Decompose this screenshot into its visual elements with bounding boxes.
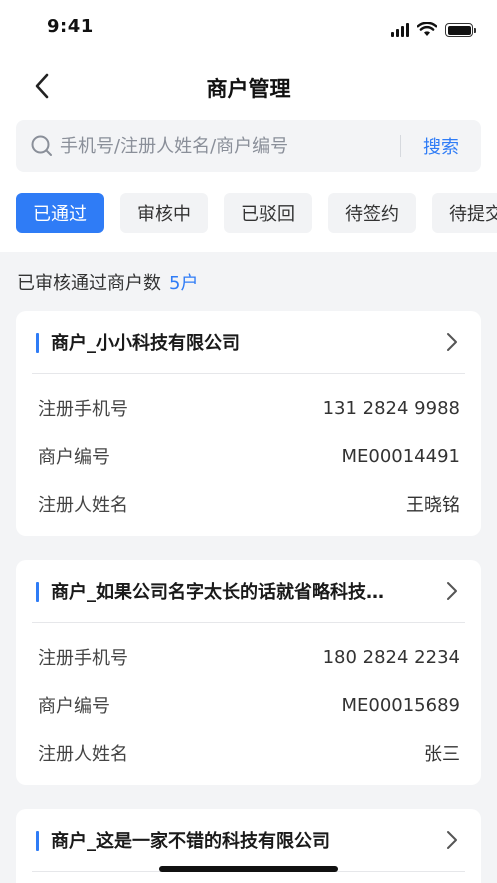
detail-row-code: 商户编号 ME00015689 [16, 681, 481, 729]
registrant-label: 注册人姓名 [38, 744, 128, 765]
merchant-card[interactable]: 商户_如果公司名字太长的话就省略科技… 注册手机号 180 2824 2234 … [16, 560, 481, 785]
merchant-card-header[interactable]: 商户_如果公司名字太长的话就省略科技… [16, 560, 481, 622]
tab-pending-sign[interactable]: 待签约 [328, 193, 416, 233]
wifi-icon [417, 22, 437, 36]
page-title: 商户管理 [206, 77, 291, 101]
search-icon [30, 134, 54, 158]
tab-reviewing[interactable]: 审核中 [120, 193, 208, 233]
approved-count-summary: 已审核通过商户数 5户 [17, 269, 198, 295]
merchant-name: 商户_这是一家不错的科技有限公司 [51, 831, 330, 852]
search-button[interactable]: 搜索 [401, 133, 481, 159]
detail-row-phone: 注册手机号 131 2824 9988 [16, 384, 481, 432]
merchant-card-header[interactable]: 商户_小小科技有限公司 [16, 311, 481, 373]
code-label: 商户编号 [38, 447, 110, 468]
phone-value: 180 2824 2234 [322, 646, 460, 668]
tab-pending-submit[interactable]: 待提交 [432, 193, 497, 233]
detail-row-phone: 注册手机号 180 2824 2234 [16, 633, 481, 681]
merchant-card[interactable]: 商户_小小科技有限公司 注册手机号 131 2824 9988 商户编号 ME0… [16, 311, 481, 536]
phone-label: 注册手机号 [38, 648, 128, 669]
detail-row-code: 商户编号 ME00014491 [16, 432, 481, 480]
merchant-name: 商户_小小科技有限公司 [51, 333, 240, 354]
registrant-label: 注册人姓名 [38, 495, 128, 516]
search-input[interactable] [54, 135, 400, 157]
phone-label: 注册手机号 [38, 399, 128, 420]
phone-value: 131 2824 9988 [322, 397, 460, 419]
chevron-right-icon [447, 333, 457, 351]
status-icons [391, 22, 476, 37]
status-bar: 9:41 [0, 0, 497, 56]
status-time: 9:41 [47, 16, 94, 37]
title-accent-bar [36, 831, 39, 851]
search-bar: 搜索 [16, 120, 481, 172]
detail-row-name: 注册人姓名 王晓铭 [16, 480, 481, 528]
detail-row-name: 注册人姓名 张三 [16, 729, 481, 777]
header-area: 9:41 商户管理 搜索 已通过 审核中 [0, 0, 497, 252]
battery-icon [445, 23, 476, 37]
summary-count: 5户 [169, 273, 199, 294]
tab-approved[interactable]: 已通过 [16, 193, 104, 233]
merchant-details: 注册手机号 131 2824 9988 商户编号 ME00014491 注册人姓… [16, 374, 481, 536]
tab-rejected[interactable]: 已驳回 [224, 193, 312, 233]
status-tabs: 已通过 审核中 已驳回 待签约 待提交 [16, 193, 497, 233]
merchant-name: 商户_如果公司名字太长的话就省略科技… [51, 582, 384, 603]
chevron-right-icon [447, 831, 457, 849]
registrant-value: 王晓铭 [406, 495, 460, 516]
registrant-value: 张三 [424, 744, 460, 765]
chevron-right-icon [447, 582, 457, 600]
title-accent-bar [36, 333, 39, 353]
code-label: 商户编号 [38, 696, 110, 717]
navigation-bar: 商户管理 [0, 56, 497, 118]
summary-label: 已审核通过商户数 [17, 273, 161, 294]
merchant-card-header[interactable]: 商户_这是一家不错的科技有限公司 [16, 809, 481, 871]
home-indicator [159, 866, 338, 872]
cellular-signal-icon [391, 23, 409, 37]
code-value: ME00014491 [341, 445, 460, 467]
code-value: ME00015689 [341, 694, 460, 716]
title-accent-bar [36, 582, 39, 602]
merchant-details: 注册手机号 180 2824 2234 商户编号 ME00015689 注册人姓… [16, 623, 481, 785]
